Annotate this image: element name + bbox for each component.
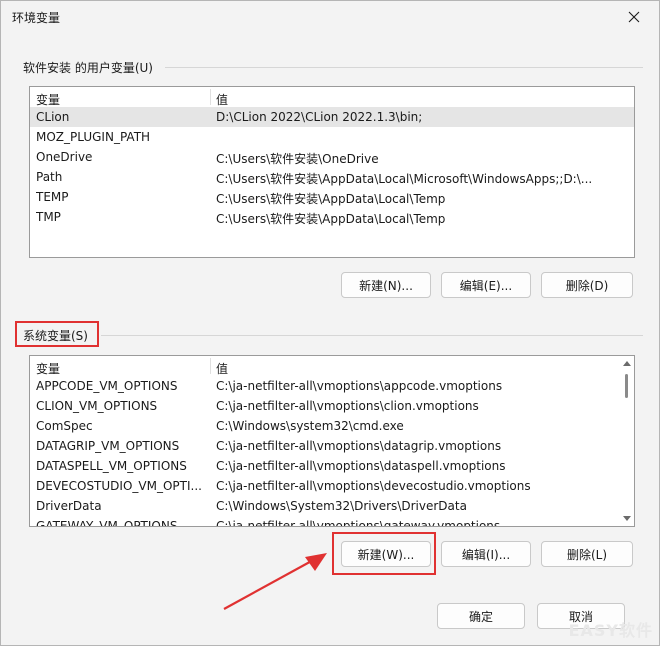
variable-value: C:\ja-netfilter-all\vmoptions\datagrip.v… — [216, 439, 502, 453]
user-delete-button[interactable]: 删除(D) — [541, 272, 633, 298]
variable-name: DATASPELL_VM_OPTIONS — [36, 459, 187, 473]
variable-name: DEVECOSTUDIO_VM_OPTI... — [36, 479, 202, 493]
variable-name: TMP — [36, 210, 61, 224]
table-row[interactable]: TEMP C:\Users\软件安装\AppData\Local\Temp — [30, 187, 634, 207]
system-delete-button[interactable]: 删除(L) — [541, 541, 633, 567]
variable-name: TEMP — [36, 190, 69, 204]
table-row[interactable]: OneDrive C:\Users\软件安装\OneDrive — [30, 147, 634, 167]
variable-name: CLion — [36, 110, 70, 124]
close-button[interactable] — [611, 1, 657, 33]
variable-value: C:\ja-netfilter-all\vmoptions\dataspell.… — [216, 459, 506, 473]
column-divider[interactable] — [210, 358, 211, 374]
environment-variables-dialog: 环境变量 软件安装 的用户变量(U) 变量 值 CLion D:\CLion 20… — [0, 0, 660, 646]
annotation-arrow-icon — [223, 553, 327, 610]
system-edit-button[interactable]: 编辑(I)... — [441, 541, 531, 567]
scroll-thumb[interactable] — [625, 374, 628, 398]
variable-name: OneDrive — [36, 150, 93, 164]
system-col-name[interactable]: 变量 — [36, 360, 60, 377]
variable-name: APPCODE_VM_OPTIONS — [36, 379, 178, 393]
table-row[interactable]: Path C:\Users\软件安装\AppData\Local\Microsof… — [30, 167, 634, 187]
table-row[interactable]: CLION_VM_OPTIONS C:\ja-netfilter-all\vmop… — [30, 396, 634, 416]
user-new-button[interactable]: 新建(N)... — [341, 272, 431, 298]
user-vars-list[interactable]: 变量 值 CLion D:\CLion 2022\CLion 2022.1.3\b… — [29, 86, 635, 258]
table-row[interactable]: GATEWAY_VM_OPTIONS C:\ja-netfilter-all\vm… — [30, 516, 634, 527]
variable-name: DriverData — [36, 499, 102, 513]
table-row[interactable]: APPCODE_VM_OPTIONS C:\ja-netfilter-all\vm… — [30, 376, 634, 396]
variable-value: C:\ja-netfilter-all\vmoptions\gateway.vm… — [216, 519, 501, 527]
column-divider[interactable] — [210, 89, 211, 105]
variable-value: D:\CLion 2022\CLion 2022.1.3\bin; — [216, 110, 423, 124]
user-vars-group-title: 软件安装 的用户变量(U) — [23, 61, 153, 75]
annotation-highlight-box — [15, 321, 99, 347]
scroll-up-arrow-icon[interactable] — [623, 361, 631, 366]
variable-value: C:\Users\软件安装\OneDrive — [216, 152, 379, 166]
variable-value: C:\ja-netfilter-all\vmoptions\devecostud… — [216, 479, 531, 493]
system-vars-list[interactable]: 变量 值 APPCODE_VM_OPTIONS C:\ja-netfilter-a… — [29, 355, 635, 527]
table-row[interactable]: DATASPELL_VM_OPTIONS C:\ja-netfilter-all\… — [30, 456, 634, 476]
variable-name: DATAGRIP_VM_OPTIONS — [36, 439, 180, 453]
title-bar: 环境变量 — [1, 1, 659, 33]
variable-name: MOZ_PLUGIN_PATH — [36, 130, 151, 144]
variable-value: C:\ja-netfilter-all\vmoptions\clion.vmop… — [216, 399, 479, 413]
scroll-down-arrow-icon[interactable] — [623, 516, 631, 521]
variable-value: C:\Windows\System32\Drivers\DriverData — [216, 499, 467, 513]
system-vars-header: 变量 值 — [30, 356, 634, 376]
close-icon — [628, 11, 640, 23]
watermark: EASY软件 — [568, 621, 653, 640]
window-title: 环境变量 — [12, 11, 61, 25]
table-row[interactable]: DATAGRIP_VM_OPTIONS C:\ja-netfilter-all\v… — [30, 436, 634, 456]
table-row[interactable]: MOZ_PLUGIN_PATH — [30, 127, 634, 147]
variable-value: C:\Users\软件安装\AppData\Local\Temp — [216, 212, 446, 226]
user-col-value[interactable]: 值 — [216, 91, 228, 108]
annotation-highlight-box — [332, 532, 436, 575]
table-row[interactable]: ComSpec C:\Windows\system32\cmd.exe — [30, 416, 634, 436]
system-vars-group-line — [101, 335, 643, 336]
variable-name: Path — [36, 170, 63, 184]
user-vars-header: 变量 值 — [30, 87, 634, 107]
variable-value: C:\Users\软件安装\AppData\Local\Microsoft\Wi… — [216, 172, 593, 186]
table-row[interactable]: DriverData C:\Windows\System32\Drivers\Dr… — [30, 496, 634, 516]
variable-name: ComSpec — [36, 419, 93, 433]
user-col-name[interactable]: 变量 — [36, 91, 60, 108]
user-vars-group-line — [165, 67, 643, 68]
system-col-value[interactable]: 值 — [216, 360, 228, 377]
variable-name: CLION_VM_OPTIONS — [36, 399, 158, 413]
table-row[interactable]: TMP C:\Users\软件安装\AppData\Local\Temp — [30, 207, 634, 227]
user-edit-button[interactable]: 编辑(E)... — [441, 272, 531, 298]
variable-value: C:\Users\软件安装\AppData\Local\Temp — [216, 192, 446, 206]
ok-button[interactable]: 确定 — [437, 603, 525, 629]
table-row[interactable]: DEVECOSTUDIO_VM_OPTI... C:\ja-netfilter-a… — [30, 476, 634, 496]
system-vars-scrollbar[interactable] — [620, 356, 634, 526]
variable-value: C:\Windows\system32\cmd.exe — [216, 419, 404, 433]
variable-value: C:\ja-netfilter-all\vmoptions\appcode.vm… — [216, 379, 503, 393]
table-row[interactable]: CLion D:\CLion 2022\CLion 2022.1.3\bin; — [30, 107, 634, 127]
variable-name: GATEWAY_VM_OPTIONS — [36, 519, 178, 527]
